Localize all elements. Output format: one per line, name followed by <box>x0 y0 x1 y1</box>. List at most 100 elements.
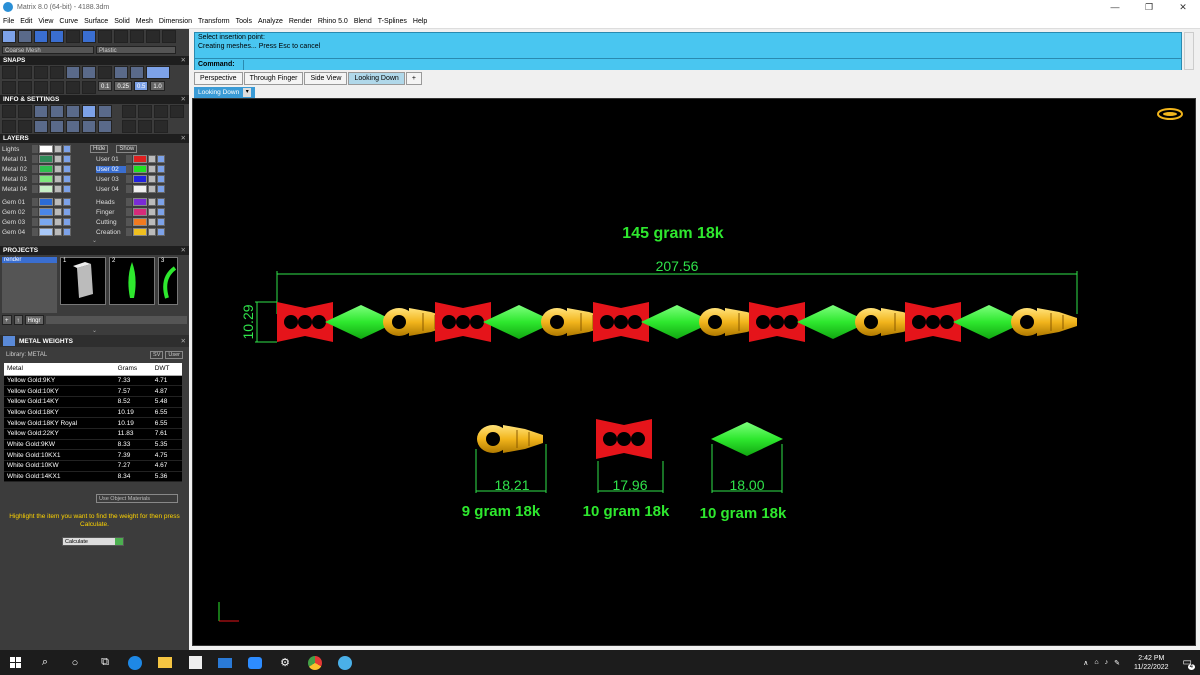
use-object-materials-button[interactable]: Use Object Materials <box>96 494 178 504</box>
expand-arrow-icon[interactable] <box>32 145 38 153</box>
close-button[interactable]: ✕ <box>1166 0 1200 14</box>
visibility-icon[interactable] <box>63 208 71 216</box>
expand-arrow-icon[interactable] <box>32 155 38 163</box>
cube-icon[interactable] <box>98 105 112 118</box>
dice-icon[interactable] <box>138 120 152 133</box>
sphere-render-icon[interactable] <box>34 30 48 43</box>
project-thumbnail-2[interactable]: 2 <box>109 257 155 305</box>
expand-arrow-icon[interactable] <box>126 185 132 193</box>
layer-color[interactable] <box>39 185 53 193</box>
expand-arrow-icon[interactable] <box>126 165 132 173</box>
menu-view[interactable]: View <box>38 18 53 25</box>
calculate-button[interactable]: Calculate <box>62 537 124 547</box>
lock-icon[interactable] <box>148 165 156 173</box>
grid-icon[interactable] <box>2 81 16 94</box>
lock-icon[interactable] <box>148 175 156 183</box>
add-tab-icon[interactable]: + <box>405 72 422 85</box>
volume-icon[interactable]: ♪ <box>1105 659 1109 666</box>
search-icon[interactable]: ⌕ <box>30 650 60 675</box>
project-scrollbar[interactable] <box>45 316 187 324</box>
table-row[interactable]: Yellow Gold:10KY 7.57 4.87 <box>4 385 182 397</box>
lock-icon[interactable] <box>54 185 62 193</box>
snap-value-3[interactable]: 0.5 <box>134 81 149 91</box>
lock-icon[interactable] <box>148 198 156 206</box>
copy-icon[interactable] <box>122 120 136 133</box>
expand-arrow-icon[interactable] <box>32 175 38 183</box>
cursor-icon[interactable] <box>82 81 96 94</box>
column-header[interactable]: Grams <box>114 363 152 376</box>
lock-icon[interactable] <box>54 218 62 226</box>
visibility-icon[interactable] <box>157 185 165 193</box>
material-icon[interactable] <box>66 30 80 43</box>
table-row[interactable]: Yellow Gold:18KY Royal 10.19 6.55 <box>4 417 182 429</box>
center-snap-icon[interactable] <box>66 66 80 79</box>
restore-button[interactable]: ❐ <box>1132 0 1166 14</box>
layer-color[interactable] <box>133 185 147 193</box>
snap-value-2[interactable]: 0.25 <box>114 81 133 91</box>
gumball-icon[interactable] <box>1157 108 1183 120</box>
snap-value-4[interactable]: 1.0 <box>150 81 165 91</box>
end-snap-icon[interactable] <box>98 66 112 79</box>
mesh-tool-icon[interactable] <box>18 30 32 43</box>
viewport-label[interactable]: Looking Down ▾ <box>194 87 256 98</box>
table-row[interactable]: Yellow Gold:18KY 10.19 6.55 <box>4 407 182 419</box>
expand-arrow-icon[interactable] <box>126 218 132 226</box>
close-icon[interactable]: ✕ <box>181 95 186 104</box>
table-row[interactable]: White Gold:9KW 8.33 5.35 <box>4 439 182 451</box>
visibility-icon[interactable] <box>157 175 165 183</box>
visibility-icon[interactable] <box>157 208 165 216</box>
layer-color[interactable] <box>133 208 147 216</box>
collapse-chevron-icon[interactable]: ⌄ <box>0 327 189 335</box>
menu-rhino[interactable]: Rhino 5.0 <box>318 18 348 25</box>
lock-icon[interactable] <box>148 185 156 193</box>
command-input[interactable] <box>243 59 1181 70</box>
expand-arrow-icon[interactable] <box>126 198 132 206</box>
lock-icon[interactable] <box>54 208 62 216</box>
table-row[interactable]: White Gold:10KX1 7.39 4.75 <box>4 449 182 461</box>
visibility-icon[interactable] <box>63 175 71 183</box>
project-snap-icon[interactable] <box>146 66 170 79</box>
visibility-icon[interactable] <box>157 218 165 226</box>
gold-link[interactable] <box>1010 307 1078 337</box>
column-header[interactable]: Metal <box>4 363 115 376</box>
expand-arrow-icon[interactable] <box>32 208 38 216</box>
group-icon[interactable] <box>154 120 168 133</box>
material-select[interactable]: Plastic <box>96 46 176 54</box>
eye-icon[interactable] <box>66 81 80 94</box>
layer-color[interactable] <box>133 228 147 236</box>
command-scrollbar[interactable] <box>1184 32 1194 70</box>
ghosted-icon[interactable] <box>114 30 128 43</box>
up-arrow-icon[interactable]: ↑ <box>13 315 23 325</box>
red-link[interactable] <box>277 302 333 342</box>
viewport-canvas[interactable]: 145 gram 18k 207.56 10.29 18.21 9 gram 1… <box>193 99 1197 647</box>
cross-snap-icon[interactable] <box>34 66 48 79</box>
menu-blend[interactable]: Blend <box>354 18 372 25</box>
menu-analyze[interactable]: Analyze <box>258 18 283 25</box>
tab-through-finger[interactable]: Through Finger <box>243 72 304 85</box>
edge-browser-icon[interactable] <box>120 650 150 675</box>
close-icon[interactable]: ✕ <box>181 56 186 65</box>
edit-icon[interactable] <box>82 105 96 118</box>
zoom-icon[interactable] <box>240 650 270 675</box>
expand-arrow-icon[interactable] <box>32 228 38 236</box>
layer-row[interactable]: User 02 <box>96 164 186 174</box>
close-icon[interactable]: ✕ <box>181 246 186 255</box>
table-row[interactable]: Yellow Gold:14KY 8.52 5.48 <box>4 396 182 408</box>
visibility-icon[interactable] <box>63 185 71 193</box>
layer-row[interactable]: Heads <box>96 197 186 207</box>
windows-start-icon[interactable] <box>0 650 30 675</box>
lock-icon[interactable] <box>54 155 62 163</box>
menu-help[interactable]: Help <box>413 18 427 25</box>
lock-icon[interactable] <box>148 228 156 236</box>
layer-color[interactable] <box>39 208 53 216</box>
close-icon[interactable]: ✕ <box>181 134 186 143</box>
tab-looking-down[interactable]: Looking Down <box>348 72 405 85</box>
expand-arrow-icon[interactable] <box>126 228 132 236</box>
layer-row[interactable]: Finger <box>96 207 186 217</box>
gold-link[interactable] <box>476 424 544 454</box>
layer-color[interactable] <box>39 165 53 173</box>
menu-render[interactable]: Render <box>289 18 312 25</box>
layer-color[interactable] <box>39 198 53 206</box>
project-thumbnail-1[interactable]: 1 <box>60 257 106 305</box>
visibility-icon[interactable] <box>63 218 71 226</box>
